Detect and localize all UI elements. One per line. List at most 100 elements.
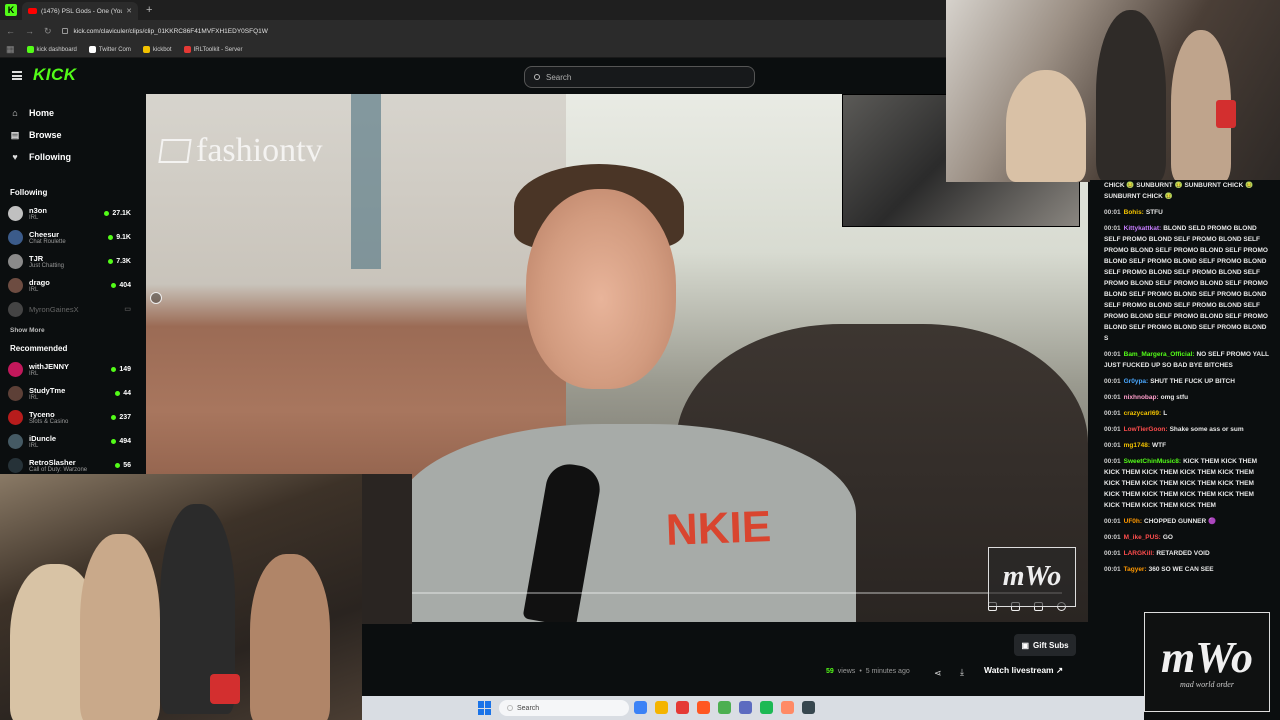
bookmarks-bar: ▦ kick dashboard Twitter Com kickbot IRLToo…	[0, 42, 946, 58]
chat-text: omg stfu	[1160, 394, 1189, 401]
bookmark-item[interactable]: kickbot	[142, 46, 172, 53]
sidebar-channel[interactable]: iDuncle IRL 494	[0, 429, 145, 453]
menu-icon[interactable]	[12, 71, 22, 80]
chat-username[interactable]: LowTierGoon:	[1124, 426, 1168, 433]
taskbar-app-icon[interactable]	[802, 701, 815, 714]
viewer-count: 149	[111, 366, 131, 373]
taskbar-app-icon[interactable]	[739, 701, 752, 714]
search-input[interactable]: Search	[524, 66, 755, 88]
viewer-count-text: 44	[123, 389, 131, 397]
taskbar-app-icon[interactable]	[760, 701, 773, 714]
chat-username[interactable]: Bam_Margera_Official:	[1124, 351, 1195, 358]
sidebar-channel[interactable]: TJR Just Chatting 7.3K	[0, 249, 145, 273]
chat-username[interactable]: SweetChinMusic8:	[1124, 458, 1181, 465]
share-icon[interactable]: ⋖	[934, 668, 942, 679]
webcam-overlay-edge	[362, 474, 412, 624]
avatar	[8, 433, 23, 449]
channel-name: drago	[29, 277, 50, 287]
apps-grid-icon[interactable]: ▦	[6, 44, 15, 55]
viewer-count-text: 9.1K	[116, 233, 131, 241]
taskbar-app-icon[interactable]	[634, 701, 647, 714]
chat-username[interactable]: M_ike_PUS:	[1124, 534, 1161, 541]
search-icon	[507, 705, 513, 711]
channel-info: TJR Just Chatting	[29, 254, 108, 269]
live-dot-icon	[108, 258, 114, 264]
channel-info: withJENNY IRL	[29, 362, 111, 377]
kick-logo[interactable]: KICK	[33, 65, 77, 85]
reload-icon[interactable]: ↻	[44, 26, 52, 37]
sidebar-channel[interactable]: n3on IRL 27.1K	[0, 201, 145, 225]
external-link-icon: ↗	[1055, 665, 1064, 675]
chat-username[interactable]: Bohis:	[1124, 209, 1144, 216]
taskbar-app-icon[interactable]	[697, 701, 710, 714]
zoom-icon[interactable]	[150, 292, 162, 304]
avatar	[8, 301, 23, 317]
chat-username[interactable]: crazycarl69:	[1124, 410, 1162, 417]
sidebar-nav-following[interactable]: ♥ Following	[0, 146, 145, 168]
screen: K (1476) PSL Gods - One (Your N ✕ + ← → …	[0, 0, 1280, 720]
back-icon[interactable]: ←	[6, 26, 15, 36]
viewer-count: 44	[115, 390, 131, 397]
show-more-link[interactable]: Show More	[0, 327, 145, 334]
new-tab-icon[interactable]: +	[146, 4, 152, 16]
url-field[interactable]: kick.com/claviculer/clips/clip_01KKRC86F…	[61, 28, 268, 35]
chat-username[interactable]: Tagyer:	[1124, 566, 1147, 573]
channel-name: MyronGainesX	[29, 304, 79, 314]
taskbar-app-icon[interactable]	[781, 701, 794, 714]
chat-message: 00:01 crazycarl69: L	[1104, 408, 1270, 419]
bookmark-label: kickbot	[152, 46, 172, 53]
chat-username[interactable]: nixhnobap:	[1124, 394, 1159, 401]
chat-message: 00:01 nixhnobap: omg stfu	[1104, 392, 1270, 403]
bookmark-item[interactable]: kick dashboard	[26, 46, 77, 53]
windows-start-icon[interactable]	[478, 701, 492, 715]
gift-icon: ▣	[1021, 640, 1029, 650]
bookmark-favicon-icon	[26, 46, 34, 53]
live-dot-icon	[104, 210, 110, 216]
watch-livestream-button[interactable]: Watch livestream ↗	[984, 665, 1063, 676]
taskbar-search[interactable]: Search	[499, 700, 629, 716]
chat-username[interactable]: Kittykattkat:	[1124, 225, 1162, 232]
live-dot-icon	[115, 462, 121, 468]
red-cup	[1216, 100, 1236, 128]
kick-app-icon[interactable]: K	[0, 0, 22, 20]
sidebar-channel[interactable]: Tyceno Slots & Casino 237	[0, 405, 145, 429]
chat-username[interactable]: Gr0ypa:	[1124, 378, 1149, 385]
chat-username[interactable]: UF0h:	[1124, 518, 1142, 525]
sidebar-channel[interactable]: StudyTme IRL 44	[0, 381, 145, 405]
channel-info: n3on IRL	[29, 206, 104, 221]
separator: •	[859, 668, 862, 675]
sidebar-nav-home[interactable]: ⌂ Home	[0, 102, 145, 124]
download-icon[interactable]: ⤓	[960, 667, 964, 678]
cam-person	[80, 534, 160, 720]
top-nav: KICK Search	[0, 58, 1090, 94]
webcam-overlay-party	[946, 0, 1280, 182]
chat-timestamp: 00:01	[1104, 410, 1121, 417]
chat-username[interactable]: mg1748:	[1124, 442, 1150, 449]
sidebar-channel[interactable]: Cheesur Chat Roulette 9.1K	[0, 225, 145, 249]
sidebar-nav-browse[interactable]: ▤ Browse	[0, 124, 145, 146]
sidebar-channel[interactable]: withJENNY IRL 149	[0, 357, 145, 381]
chat-message: 00:01 M_ike_PUS: GO	[1104, 532, 1270, 543]
gift-subs-button[interactable]: ▣ Gift Subs	[1014, 634, 1076, 656]
video-progress-bar[interactable]	[412, 592, 1062, 594]
sidebar-channel[interactable]: drago IRL 404	[0, 273, 145, 297]
channel-category: Slots & Casino	[29, 418, 69, 425]
fashiontv-watermark: fashiontv	[158, 132, 323, 170]
taskbar-app-icon[interactable]	[718, 701, 731, 714]
windows-taskbar: Search	[362, 696, 1144, 720]
sidebar-channel-offline[interactable]: MyronGainesX ▭	[0, 297, 145, 321]
bookmark-item[interactable]: IRLToolkit - Server	[183, 46, 242, 53]
red-cup	[210, 674, 240, 704]
viewer-count-text: 494	[119, 437, 131, 445]
taskbar-app-icon[interactable]	[655, 701, 668, 714]
live-dot-icon	[111, 366, 117, 372]
chat-timestamp: 00:01	[1104, 566, 1121, 573]
chat-message: 00:01 SweetChinMusic8: KICK THEM KICK THEM…	[1104, 456, 1270, 511]
bookmark-item[interactable]: Twitter Com	[88, 46, 131, 53]
cam-person	[250, 554, 330, 720]
taskbar-app-icon[interactable]	[676, 701, 689, 714]
chat-username[interactable]: LARGKill:	[1124, 550, 1155, 557]
tab-close-icon[interactable]: ✕	[126, 7, 132, 15]
forward-icon[interactable]: →	[25, 26, 34, 36]
browser-tab[interactable]: (1476) PSL Gods - One (Your N ✕	[22, 2, 138, 20]
